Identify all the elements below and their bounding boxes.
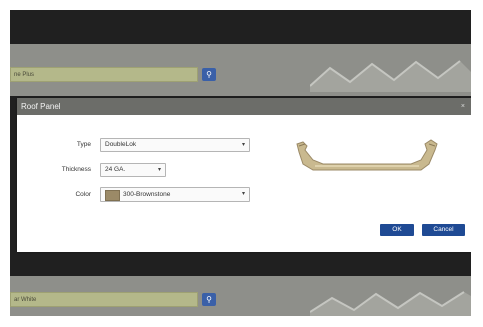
chevron-down-icon: ▾ — [241, 191, 245, 197]
ok-button[interactable]: OK — [380, 224, 414, 236]
dialog-title: Roof Panel — [21, 102, 61, 111]
color-value: 300-Brownstone — [123, 191, 171, 198]
color-swatch — [105, 190, 120, 201]
app-viewport: ne Plus ⚲ ar White ⚲ Roof Panel × Type D… — [10, 10, 471, 316]
thickness-dropdown[interactable]: 24 GA. ▾ — [100, 163, 166, 177]
background-product-row-top: ne Plus ⚲ — [10, 44, 471, 96]
background-product-input-bottom: ar White — [10, 292, 198, 307]
type-value: DoubleLok — [105, 141, 137, 148]
search-icon: ⚲ — [202, 68, 216, 81]
chevron-down-icon: ▾ — [241, 142, 245, 148]
background-product-input-top: ne Plus — [10, 67, 198, 82]
dialog-title-bar: Roof Panel × — [17, 98, 471, 115]
background-panel-preview-bottom — [310, 291, 471, 316]
roof-panel-profile-image — [296, 139, 438, 171]
search-icon: ⚲ — [202, 293, 216, 306]
thickness-value: 24 GA. — [105, 166, 126, 173]
close-icon[interactable]: × — [461, 98, 465, 115]
color-label: Color — [75, 191, 91, 198]
chevron-down-icon: ▾ — [157, 167, 161, 173]
cancel-button[interactable]: Cancel — [422, 224, 465, 236]
roof-panel-dialog: Roof Panel × Type DoubleLok ▾ Thickness … — [17, 98, 471, 252]
thickness-label: Thickness — [61, 166, 91, 173]
type-dropdown[interactable]: DoubleLok ▾ — [100, 138, 250, 152]
color-dropdown[interactable]: 300-Brownstone ▾ — [100, 187, 250, 202]
background-panel-preview-top — [310, 60, 471, 92]
type-label: Type — [76, 141, 91, 148]
background-product-row-bottom: ar White ⚲ — [10, 276, 471, 316]
